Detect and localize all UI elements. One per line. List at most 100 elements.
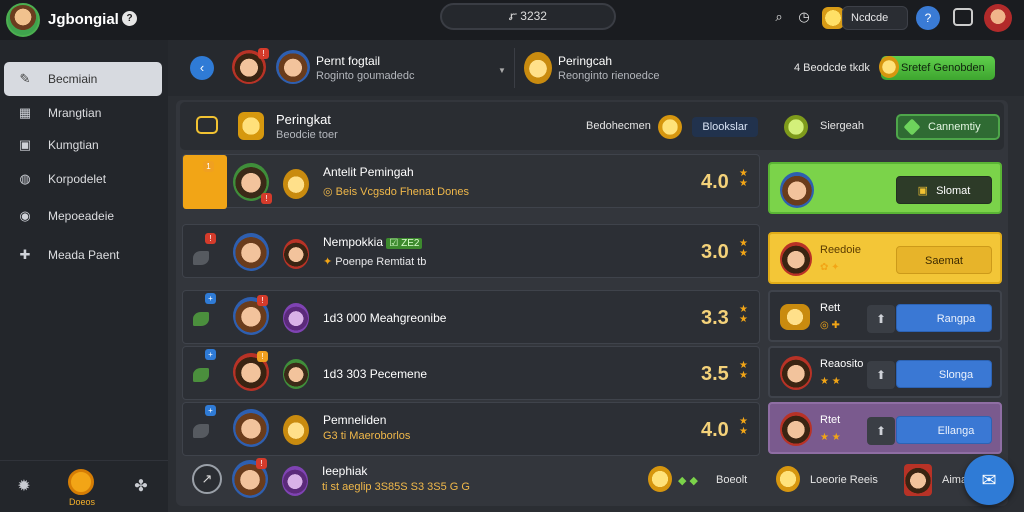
coin-icon: [776, 466, 800, 492]
calendar-icon: ▣: [18, 137, 32, 152]
pet-avatar: [282, 466, 308, 496]
header-stat-text: 4 Beodcde tkdk: [794, 62, 870, 74]
player-avatar[interactable]: [233, 409, 269, 447]
shield-icon: ◉: [19, 208, 31, 223]
player-name: Nempokkia ☑ ZE2: [323, 235, 423, 249]
table-row[interactable]: ! Nempokkia ☑ ZE2 ✦ Poenpe Remtiat tb 3.…: [182, 224, 760, 278]
profile-avatar[interactable]: [984, 4, 1012, 32]
chevron-down-icon[interactable]: ▼: [498, 66, 506, 75]
info-button[interactable]: ?: [916, 6, 940, 30]
claim-button[interactable]: Saemat: [896, 246, 992, 274]
clock-icon[interactable]: ◷: [796, 9, 812, 25]
player-score: 4.0: [701, 419, 729, 441]
sidebar-item-mrangtian[interactable]: ▦ Mrangtian: [4, 96, 162, 130]
player-score: 3.0: [701, 241, 729, 263]
chat-button[interactable]: ✉: [964, 455, 1014, 505]
coin-icon: [648, 466, 672, 492]
player-score: 3.3: [701, 307, 729, 329]
apps-icon[interactable]: ✤: [131, 477, 151, 497]
claim-button[interactable]: ⬆ Ellanga: [867, 416, 992, 445]
player-subtitle: ti st aeglip 3S85S S3 3S5 G G: [322, 481, 470, 493]
opponent-avatar[interactable]: [524, 52, 552, 84]
top-bar: Jgbongial ? ꭊ 3232 ⌕ ◷ Ncdcde ?: [0, 0, 1024, 40]
share-icon[interactable]: ⬆: [867, 417, 895, 445]
coin-icon: [879, 56, 899, 78]
main-panel: ‹ ! Pernt fogtail Roginto goumadedc ▼ Pe…: [168, 40, 1024, 512]
sidebar-item-label: Mrangtian: [48, 106, 102, 120]
share-icon[interactable]: ⬆: [867, 305, 895, 333]
rank-badge-icon: +: [205, 349, 216, 360]
flag-icon: !: [257, 351, 268, 362]
current-player-row[interactable]: ↗ ! Ieephiak ti st aeglip 3S85S S3 3S5 G…: [182, 456, 1002, 504]
leaf-icon: [193, 368, 209, 382]
ally-avatar[interactable]: [276, 50, 310, 84]
reward-icons: ✿ ✦: [820, 262, 840, 273]
grid-icon: ▦: [18, 105, 32, 120]
footer-reward-label: Loeorie Reeis: [810, 474, 878, 486]
reward-title: Reaosito: [820, 358, 864, 370]
star-icon: ★ ★: [739, 360, 748, 381]
flag-icon: !: [261, 193, 272, 204]
player-avatar[interactable]: [233, 233, 269, 271]
pet-avatar: [283, 169, 309, 199]
reward-card: Rtet ★ ★ ⬆ Ellanga: [768, 402, 1002, 454]
star-icon: ★ ★: [739, 238, 748, 259]
claim-button[interactable]: ▣ Slomat: [896, 176, 992, 204]
reward-icons: ★ ★: [820, 432, 841, 443]
reward-card: Reaosito ★ ★ ⬆ Slonga: [768, 346, 1002, 398]
claim-button-label: Slonga: [938, 369, 974, 381]
player-subtitle-text: Poenpe Remtiat tb: [335, 256, 427, 268]
pet-avatar: [283, 415, 309, 445]
sidebar-item-label: Kumgtian: [48, 138, 99, 152]
claim-button[interactable]: ⬆ Slonga: [867, 360, 992, 389]
sidebar-item-korpodelet[interactable]: ◍ Korpodelet: [4, 162, 162, 196]
star-icon: ★ ★: [739, 168, 748, 189]
share-icon[interactable]: ⬆: [867, 361, 895, 389]
table-row[interactable]: + ! 1d3 303 Pecemene 3.5 ★ ★: [182, 346, 760, 400]
player-name: Pernt fogtail: [316, 54, 381, 68]
controller-icon: [196, 116, 218, 134]
puzzle-icon: ✎: [19, 71, 31, 86]
sidebar-item-label: Korpodelet: [48, 172, 107, 186]
leaf-icon: [193, 424, 209, 438]
coin-pack-icon[interactable]: [822, 7, 844, 29]
player-name-text: Nempokkia: [323, 235, 384, 249]
sidebar-item-becmiain[interactable]: ✎ Becmiain: [4, 62, 162, 96]
back-button[interactable]: ‹: [190, 56, 214, 80]
help-icon[interactable]: ?: [122, 11, 137, 26]
table-row[interactable]: + ! 1d3 000 Meahgreonibe 3.3 ★ ★: [182, 290, 760, 344]
search-input[interactable]: ꭊ 3232: [440, 3, 616, 30]
message-icon[interactable]: [953, 8, 973, 26]
gear-icon[interactable]: ✹: [14, 477, 34, 497]
compass-icon[interactable]: ↗: [192, 464, 222, 494]
reward-avatar: [780, 242, 812, 276]
player-subtitle-text: Beis Vcgsdo Fhenat Dones: [335, 186, 469, 198]
sidebar-item-kumgtian[interactable]: ▣ Kumgtian: [4, 128, 162, 162]
app-logo-avatar[interactable]: [6, 3, 40, 37]
currency-display[interactable]: Ncdcde: [842, 6, 908, 30]
home-badge-icon[interactable]: [68, 469, 94, 495]
level-badge: ☑ ZE2: [386, 238, 423, 249]
search-icon[interactable]: ⌕: [771, 9, 787, 25]
table-row[interactable]: + Pemneliden G3 ti Maeroborlos 4.0 ★ ★: [182, 402, 760, 456]
orb-icon: [784, 115, 808, 139]
star-icon: ✦: [323, 256, 333, 268]
chest-icon: ▣: [917, 185, 929, 197]
sidebar-item-meada-paent[interactable]: ✚ Meada Paent: [4, 238, 162, 272]
player-score: 3.5: [701, 363, 729, 385]
coin-icon: [658, 115, 682, 139]
puzzle-piece-icon: ✚: [19, 247, 31, 262]
table-row[interactable]: 1 ! Antelit Pemingah ◎ Beis Vcgsdo Fhena…: [182, 154, 760, 209]
star-icon: ★ ★: [739, 304, 748, 325]
player-name: 1d3 303 Pecemene: [323, 367, 428, 381]
filter-pill[interactable]: Blookslar: [692, 117, 758, 137]
player-name: Ieephiak: [322, 464, 368, 478]
rank-badge-icon: 1: [203, 161, 214, 172]
claim-button[interactable]: ⬆ Rangpa: [867, 304, 992, 333]
sidebar-item-mepoeadeie[interactable]: ◉ Mepoeadeie: [4, 199, 162, 233]
flag-icon: !: [257, 295, 268, 306]
player-name: Pemneliden: [323, 413, 387, 427]
sidebar-bottom-bar: ✹ Doeos ✤: [0, 460, 168, 512]
home-badge-label: Doeos: [68, 497, 95, 507]
season-label: Siergeah: [820, 120, 865, 132]
